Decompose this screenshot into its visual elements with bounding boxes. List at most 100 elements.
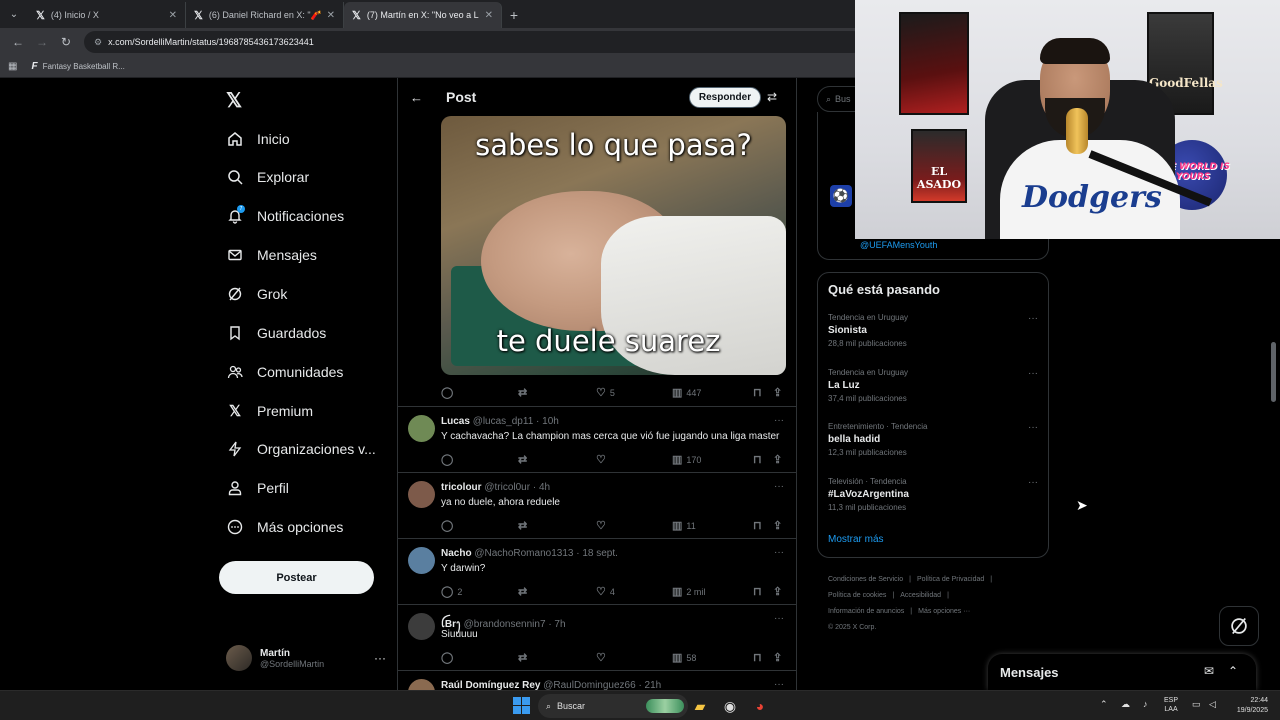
reply-time[interactable]: · 4h: [533, 482, 550, 493]
nav-item-comunidades[interactable]: Comunidades: [226, 360, 343, 384]
more-dots-icon[interactable]: ···: [774, 679, 784, 690]
share-action[interactable]: ⇪: [773, 585, 786, 598]
bookmark-action[interactable]: ⊓: [753, 651, 766, 664]
share-action[interactable]: ⇪: [773, 651, 786, 664]
chevron-up-icon[interactable]: ⌃: [1228, 664, 1238, 678]
reply-row[interactable]: Lucas @lucas_dp11 · 10h ··· Y cachavacha? …: [398, 407, 796, 473]
reply-author-handle[interactable]: @RaulDominguez66: [543, 680, 635, 690]
trend-item[interactable]: Televisión · Tendencia #LaVozArgentina 11,…: [828, 477, 1040, 527]
reply-row[interactable]: tricolour @tricol0ur · 4h ··· ya no duele,…: [398, 473, 796, 539]
views-action[interactable]: ▥ 58: [672, 651, 696, 664]
microphone-icon[interactable]: ♪: [1143, 699, 1148, 709]
back-arrow-icon[interactable]: ←: [410, 90, 430, 105]
reply-action[interactable]: ◯: [441, 386, 457, 399]
reply-author-handle[interactable]: @lucas_dp11: [473, 416, 534, 427]
repost-action[interactable]: ⇄: [518, 585, 531, 598]
views-action[interactable]: ▥ 2 mil: [672, 585, 705, 598]
nav-item-explorar[interactable]: Explorar: [226, 165, 309, 189]
repost-action[interactable]: ⇄: [518, 651, 531, 664]
input-language[interactable]: ESP LAA: [1164, 696, 1178, 714]
repost-action[interactable]: ⇄: [518, 386, 531, 399]
trend-item[interactable]: Tendencia en Uruguay Sionista 28,8 mil pub…: [828, 313, 1040, 363]
network-icon[interactable]: ▭: [1192, 699, 1201, 710]
footer-link-terms[interactable]: Condiciones de Servicio: [828, 576, 903, 583]
reply-time[interactable]: · 7h: [548, 619, 565, 630]
reply-time[interactable]: · 21h: [638, 680, 661, 690]
close-icon[interactable]: ✕: [169, 10, 177, 21]
reply-author-handle[interactable]: @tricol0ur: [484, 482, 530, 493]
messages-drawer[interactable]: Mensajes ✉ ⌃: [988, 654, 1256, 690]
views-action[interactable]: ▥ 447: [672, 386, 701, 399]
trend-item[interactable]: Tendencia en Uruguay La Luz 37,4 mil publi…: [828, 368, 1040, 418]
file-explorer-icon[interactable]: ▰: [690, 696, 710, 716]
repost-action[interactable]: ⇄: [518, 453, 531, 466]
more-dots-icon[interactable]: ···: [774, 547, 784, 558]
reply-row[interactable]: Nacho @NachoRomano1313 · 18 sept. ··· Y da…: [398, 539, 796, 605]
reply-author-name[interactable]: Nacho: [441, 548, 472, 559]
reply-row[interactable]: ꪶBrꫂ @brandonsennin7 · 7h ··· Siuuuuu ◯ ⇄ ♡ ▥ 5…: [398, 605, 796, 671]
avatar[interactable]: [408, 547, 435, 574]
reply-row[interactable]: Raúl Domínguez Rey @RaulDominguez66 · 21…: [398, 671, 796, 690]
share-action[interactable]: ⇪: [773, 386, 786, 399]
forward-arrow-icon[interactable]: →: [30, 30, 54, 54]
x-logo-icon[interactable]: 𝕏: [226, 88, 246, 112]
nav-item-inicio[interactable]: Inicio: [226, 127, 290, 151]
post-button[interactable]: Postear: [219, 561, 374, 594]
more-dots-icon[interactable]: ···: [774, 415, 784, 426]
more-dots-icon[interactable]: ···: [1028, 313, 1038, 324]
nav-item-grok[interactable]: Grok: [226, 282, 287, 306]
bookmark-action[interactable]: ⊓: [753, 585, 766, 598]
reply-time[interactable]: · 10h: [536, 416, 559, 427]
grok-floating-icon[interactable]: [1219, 606, 1259, 646]
share-action[interactable]: ⇪: [773, 453, 786, 466]
reply-button[interactable]: Responder: [689, 87, 761, 108]
like-action[interactable]: ♡: [596, 453, 610, 466]
repost-action[interactable]: ⇄: [518, 519, 531, 532]
bookmark-action[interactable]: ⊓: [753, 519, 766, 532]
apps-grid-icon[interactable]: ▦: [8, 61, 17, 72]
post-media-image[interactable]: sabes lo que pasa? te duele suarez: [441, 116, 786, 375]
more-dots-icon[interactable]: ···: [774, 613, 784, 624]
nav-item-organizaciones[interactable]: Organizaciones v...: [226, 437, 376, 461]
volume-icon[interactable]: ◁: [1209, 699, 1216, 710]
account-switcher[interactable]: Martín @SordelliMartin ···: [226, 643, 386, 673]
more-dots-icon[interactable]: ···: [1028, 422, 1038, 433]
uefa-logo-icon[interactable]: ⚽: [830, 185, 852, 207]
show-more-link[interactable]: Mostrar más: [828, 534, 884, 545]
nav-item-mensajes[interactable]: Mensajes: [226, 243, 317, 267]
like-action[interactable]: ♡: [596, 651, 610, 664]
obs-icon[interactable]: ◉: [720, 696, 740, 716]
reply-author-name[interactable]: Raúl Domínguez Rey: [441, 680, 540, 690]
reply-author-name[interactable]: Lucas: [441, 416, 470, 427]
nav-item-notificaciones[interactable]: 7 Notificaciones: [226, 204, 344, 228]
reply-author-handle[interactable]: @NachoRomano1313: [474, 548, 573, 559]
chrome-icon[interactable]: ◕: [750, 696, 770, 716]
bookmark-action[interactable]: ⊓: [753, 453, 766, 466]
bookmark-fantasy-basketball[interactable]: Fantasy Basketball R...: [43, 62, 125, 71]
nav-item-premium[interactable]: 𝕏 Premium: [226, 399, 313, 423]
tray-chevron-icon[interactable]: ⌃: [1100, 699, 1108, 710]
close-icon[interactable]: ✕: [485, 10, 493, 21]
browser-tab-1[interactable]: 𝕏 (4) Inicio / X ✕: [28, 2, 186, 28]
footer-link-cookies[interactable]: Política de cookies: [828, 592, 886, 599]
windows-start-icon[interactable]: [513, 697, 530, 714]
more-dots-icon[interactable]: ···: [1028, 368, 1038, 379]
reply-action[interactable]: ◯: [441, 453, 457, 466]
reload-icon[interactable]: ↻: [54, 30, 78, 54]
reply-action[interactable]: ◯: [441, 651, 457, 664]
browser-tab-3-active[interactable]: 𝕏 (7) Martín en X: "No veo a Luis ✕: [344, 2, 502, 28]
nav-item-perfil[interactable]: Perfil: [226, 476, 289, 500]
trend-item[interactable]: Entretenimiento · Tendencia bella hadid 12…: [828, 422, 1040, 472]
site-info-icon[interactable]: ⚙: [94, 37, 102, 48]
views-action[interactable]: ▥ 11: [672, 519, 696, 532]
tab-search-icon[interactable]: ⌄: [0, 0, 28, 28]
avatar[interactable]: [408, 481, 435, 508]
like-action[interactable]: ♡: [596, 519, 610, 532]
more-dots-icon[interactable]: ···: [1028, 477, 1038, 488]
like-action[interactable]: ♡ 4: [596, 585, 615, 598]
system-clock[interactable]: 22:44 19/9/2025: [1226, 696, 1268, 716]
more-dots-icon[interactable]: ···: [774, 481, 784, 492]
reply-settings-icon[interactable]: ⇄: [767, 90, 777, 104]
more-dots-icon[interactable]: ···: [374, 651, 386, 665]
share-action[interactable]: ⇪: [773, 519, 786, 532]
